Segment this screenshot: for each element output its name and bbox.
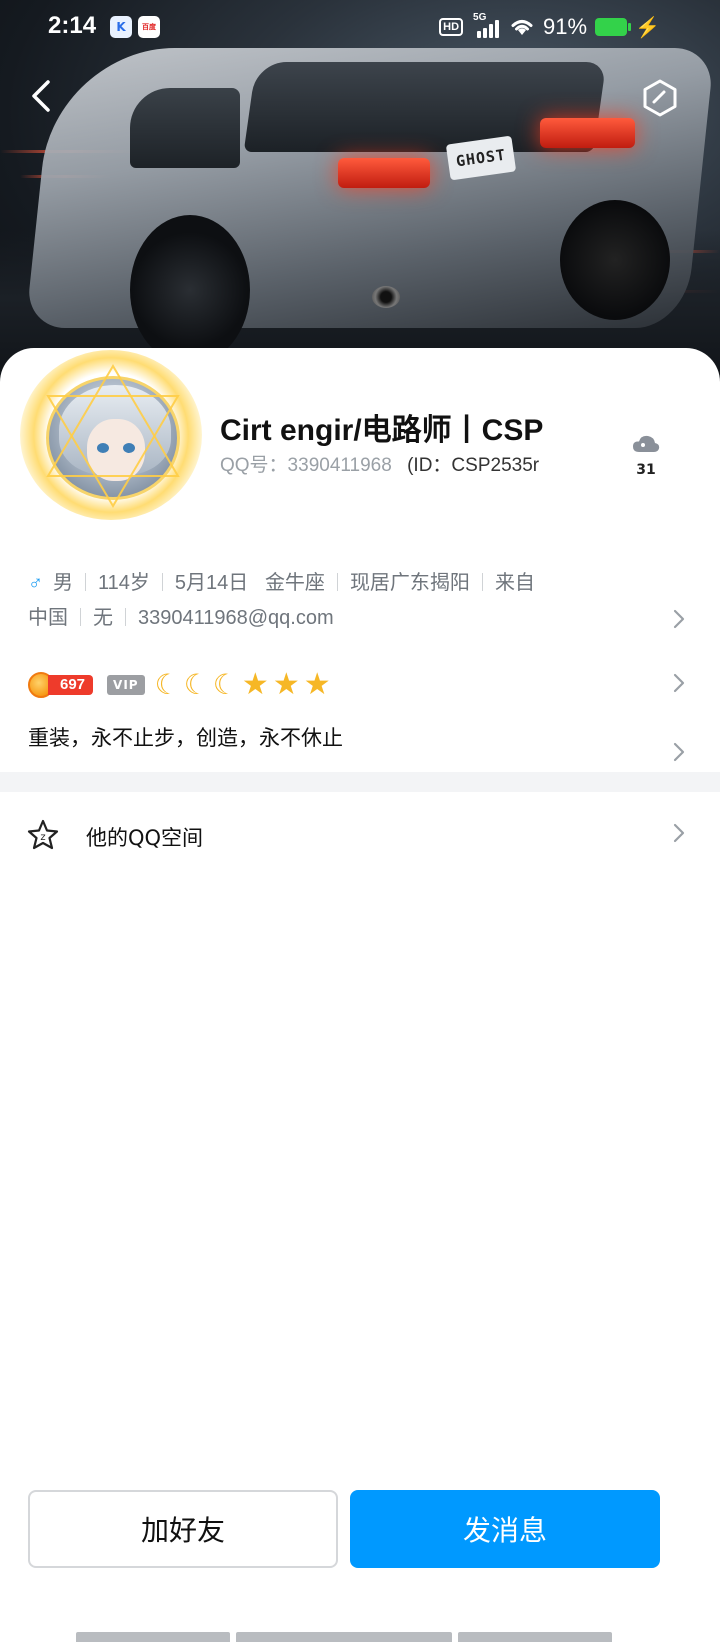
moon-level-icon: ☾: [183, 668, 209, 701]
info-birthday: 5月14日: [174, 572, 249, 594]
info-email: 3390411968@qq.com: [138, 607, 334, 629]
male-icon: ♂: [28, 572, 43, 594]
info-age: 114岁: [98, 572, 150, 594]
status-bar: 2:14 K 百度 HD 5G 91% ⚡: [0, 0, 720, 56]
level-icons: ☾ ☾ ☾ ★ ★ ★: [155, 670, 331, 700]
back-button[interactable]: [22, 74, 62, 118]
info-country: 中国: [28, 607, 68, 629]
battery-icon: [595, 18, 632, 36]
star-level-icon: ★: [272, 667, 300, 702]
star-level-icon: ★: [241, 667, 269, 702]
qq-id-label: (ID：CSP2535r: [407, 455, 540, 476]
chevron-right-icon[interactable]: [672, 672, 686, 694]
star-badge-icon: z: [27, 819, 59, 850]
section-divider: [0, 772, 720, 792]
info-other: 无: [93, 607, 113, 629]
profile-name: Cirt engir/电路师丨CSP: [220, 414, 544, 447]
chevron-left-icon: [32, 80, 50, 112]
info-location: 现居广东揭阳: [349, 572, 470, 594]
front-tire: [130, 215, 250, 365]
charging-bolt-icon: ⚡: [635, 16, 660, 39]
info-from: 来自: [494, 572, 535, 594]
baidu-notification-icon: 百度: [138, 16, 160, 38]
car-side-window: [130, 88, 240, 168]
status-time: 2:14: [48, 12, 97, 39]
chevron-right-icon: [673, 823, 685, 843]
taillight: [540, 118, 635, 148]
signature[interactable]: 重装，永不止步，创造，永不休止: [28, 722, 343, 752]
battery-percent: 91%: [543, 14, 588, 39]
qq-number-label: QQ号：3390411968: [220, 455, 392, 476]
weather-widget[interactable]: 31: [626, 432, 666, 478]
info-zodiac: 金牛座: [264, 572, 325, 594]
cover-image[interactable]: GHOST: [0, 0, 720, 400]
taillight: [338, 158, 430, 188]
chevron-right-icon[interactable]: [672, 741, 686, 763]
avatar[interactable]: [18, 350, 206, 520]
qzone-row[interactable]: z 他的QQ空间: [0, 806, 720, 862]
cellular-signal-icon: 5G: [471, 12, 501, 38]
app-notification-icon: K: [110, 16, 132, 38]
moon-level-icon: ☾: [154, 668, 180, 701]
cloud-icon: [633, 435, 660, 452]
settings-button[interactable]: [640, 78, 680, 118]
network-type: 5G: [473, 12, 487, 23]
exhaust-pipe: [372, 286, 400, 308]
magic-circle-frame: [46, 364, 180, 508]
moon-level-icon: ☾: [212, 668, 238, 701]
send-message-button[interactable]: 发消息: [350, 1490, 660, 1568]
level-number: 697: [48, 675, 94, 695]
chevron-right-icon[interactable]: [672, 608, 686, 630]
info-gender: 男: [53, 572, 73, 594]
rear-tire: [560, 200, 670, 320]
profile-card: [0, 348, 720, 1642]
qzone-label: 他的QQ空间: [86, 826, 204, 850]
wifi-icon: [511, 20, 533, 35]
star-level-icon: ★: [303, 667, 331, 702]
badges-row[interactable]: 697 VIP ☾ ☾ ☾ ★ ★ ★: [28, 668, 331, 702]
status-indicators: HD 5G 91% ⚡: [439, 12, 660, 40]
level-badge: 697: [28, 672, 94, 698]
vip-badge: VIP: [107, 675, 145, 695]
hd-icon: HD: [439, 18, 464, 36]
svg-text:z: z: [40, 832, 45, 843]
add-friend-button[interactable]: 加好友: [28, 1490, 338, 1568]
weather-temperature: 31: [636, 462, 656, 478]
profile-info[interactable]: ♂ 男 114岁 5月14日 金牛座 现居广东揭阳 来自 中国 无 3390411968@qq…: [28, 566, 648, 636]
qq-number: QQ号：3390411968 (ID：CSP2535r: [220, 450, 539, 477]
navigation-bar: [76, 1632, 612, 1642]
